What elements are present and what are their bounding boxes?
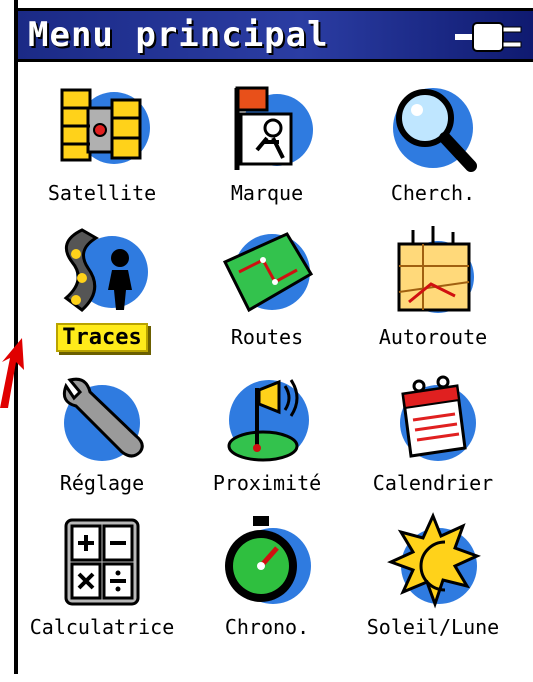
satellite-icon bbox=[60, 88, 150, 164]
menu-item-label: Autoroute bbox=[378, 325, 488, 349]
menu-item-label: Calculatrice bbox=[29, 615, 175, 639]
magnifier-icon bbox=[393, 88, 477, 172]
calendar-icon bbox=[400, 375, 476, 461]
stopwatch-icon bbox=[225, 516, 311, 604]
pointer-arrow-icon bbox=[0, 338, 24, 408]
menu-item-label: Chrono. bbox=[224, 615, 310, 639]
menu-item-label: Calendrier bbox=[372, 471, 494, 495]
menu-item-chrono[interactable]: Chrono. bbox=[192, 512, 342, 682]
highway-map-icon bbox=[397, 226, 474, 313]
menu-item-label: Soleil/Lune bbox=[366, 615, 500, 639]
routes-map-icon bbox=[222, 232, 314, 313]
selected-label-highlight: Traces bbox=[56, 323, 148, 352]
menu-item-label: Marque bbox=[230, 181, 304, 205]
menu-item-traces[interactable]: Traces bbox=[27, 222, 177, 392]
wrench-icon bbox=[62, 377, 144, 461]
menu-item-label: Cherch. bbox=[390, 181, 476, 205]
title-bar: Menu principal bbox=[18, 8, 533, 62]
tracks-icon bbox=[63, 228, 148, 312]
menu-item-label: Réglage bbox=[59, 471, 145, 495]
menu-item-label: Satellite bbox=[47, 181, 157, 205]
calculator-icon bbox=[64, 518, 140, 606]
power-plug-icon bbox=[455, 22, 522, 52]
proximity-alarm-icon bbox=[227, 379, 309, 462]
window-title: Menu principal bbox=[28, 15, 329, 55]
menu-item-calculatrice[interactable]: Calculatrice bbox=[27, 512, 177, 682]
sun-moon-icon bbox=[387, 512, 481, 609]
menu-item-label: Routes bbox=[230, 325, 304, 349]
menu-item-label: Traces bbox=[17, 323, 187, 352]
menu-item-autoroute[interactable]: Autoroute bbox=[358, 222, 508, 392]
menu-item-label: Proximité bbox=[212, 471, 322, 495]
waypoint-mark-icon bbox=[234, 86, 313, 170]
menu-item-soleil-lune[interactable]: Soleil/Lune bbox=[358, 512, 508, 682]
menu-item-routes[interactable]: Routes bbox=[192, 222, 342, 392]
